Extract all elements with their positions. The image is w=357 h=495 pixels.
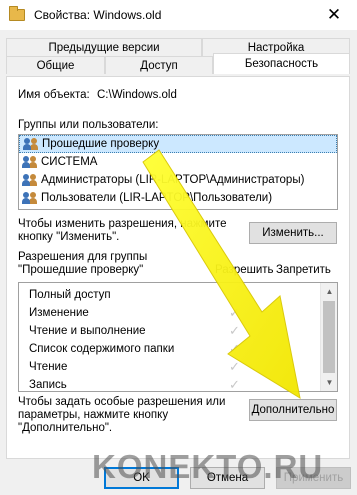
watermark-logo: KONEKTO.RU <box>92 448 324 485</box>
yellow-arrow-icon <box>142 149 301 400</box>
